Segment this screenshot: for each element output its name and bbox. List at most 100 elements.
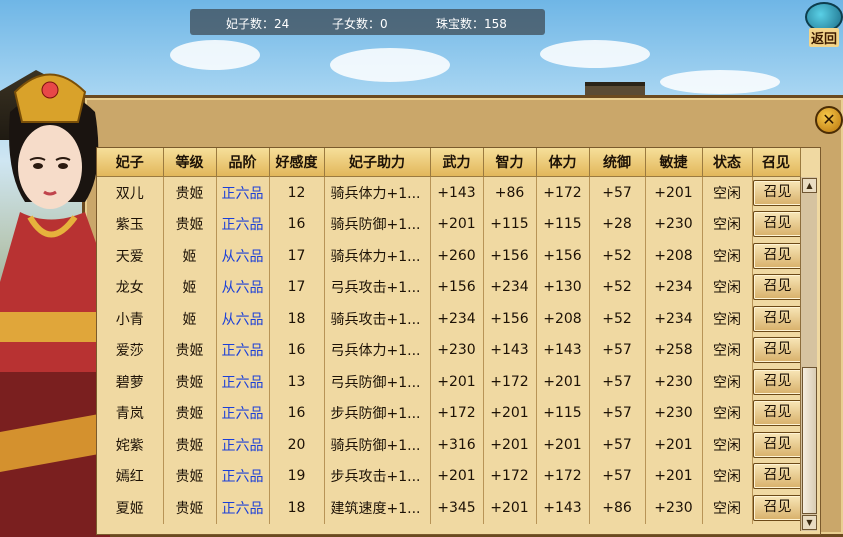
header-stamina: 体力 [536, 148, 590, 177]
children-count-label: 子女数： [332, 17, 381, 31]
cell-level: 贵姬 [163, 429, 217, 461]
cell-name: 嫣红 [97, 460, 164, 492]
cell-level: 贵姬 [163, 366, 217, 398]
cloud [660, 70, 780, 94]
cell-favor: 16 [269, 334, 325, 366]
cell-favor: 12 [269, 176, 325, 209]
cell-force: +201 [430, 460, 484, 492]
cell-intel: +172 [483, 366, 537, 398]
cell-intel: +156 [483, 303, 537, 335]
header-agility: 敏捷 [645, 148, 703, 177]
summon-button[interactable]: 召见 [752, 368, 799, 395]
scrollbar-thumb[interactable] [802, 367, 817, 514]
summon-button[interactable]: 召见 [752, 305, 799, 332]
back-button[interactable]: 返回 [803, 0, 843, 47]
table-header-row: 妃子 等级 品阶 好感度 妃子助力 武力 智力 体力 统御 敏捷 状态 召见 [97, 148, 801, 177]
cell-intel: +234 [483, 271, 537, 303]
cell-force: +201 [430, 208, 484, 240]
scroll-down-icon[interactable]: ▼ [802, 515, 817, 530]
cell-action: 召见 [752, 492, 801, 524]
cell-intel: +156 [483, 240, 537, 272]
table-row: 紫玉 贵姬 正六品 16 骑兵防御+1... +201 +115 +115 +28 +230 空闲召… [97, 208, 801, 240]
table-scrollbar[interactable]: ▲ ▼ [800, 177, 817, 531]
cell-action: 召见 [752, 429, 801, 461]
cell-rank: 从六品 [216, 303, 270, 335]
summon-button[interactable]: 召见 [752, 463, 799, 490]
cell-intel: +201 [483, 492, 537, 524]
summon-button[interactable]: 召见 [752, 274, 799, 301]
summon-button[interactable]: 召见 [752, 431, 799, 458]
cell-intel: +201 [483, 429, 537, 461]
cell-command: +52 [589, 271, 646, 303]
header-rank: 品阶 [216, 148, 270, 177]
cloud [170, 40, 260, 70]
cell-stamina: +208 [536, 303, 590, 335]
cell-state: 空闲 [702, 492, 753, 524]
cell-assist: 骑兵防御+1... [324, 429, 431, 461]
cell-rank: 正六品 [216, 366, 270, 398]
cell-name: 小青 [97, 303, 164, 335]
jewel-count: 珠宝数：158 [436, 15, 507, 32]
cell-stamina: +201 [536, 429, 590, 461]
cell-state: 空闲 [702, 240, 753, 272]
cell-stamina: +143 [536, 492, 590, 524]
consort-count-label: 妃子数： [226, 17, 275, 31]
jewel-count-value: 158 [484, 17, 507, 31]
cell-name: 夏姬 [97, 492, 164, 524]
cell-action: 召见 [752, 334, 801, 366]
cell-assist: 弓兵攻击+1... [324, 271, 431, 303]
cell-level: 贵姬 [163, 397, 217, 429]
summon-button[interactable]: 召见 [752, 400, 799, 427]
cell-command: +57 [589, 176, 646, 209]
close-button[interactable]: ✕ [815, 106, 843, 134]
table-row: 姹紫 贵姬 正六品 20 骑兵防御+1... +316 +201 +201 +57 +201 空闲召… [97, 429, 801, 461]
cell-favor: 17 [269, 271, 325, 303]
cell-force: +316 [430, 429, 484, 461]
summon-button[interactable]: 召见 [752, 211, 799, 238]
cell-command: +86 [589, 492, 646, 524]
cell-favor: 20 [269, 429, 325, 461]
cell-action: 召见 [752, 240, 801, 272]
cell-agility: +234 [645, 303, 703, 335]
cell-level: 姬 [163, 240, 217, 272]
cell-state: 空闲 [702, 303, 753, 335]
cell-level: 姬 [163, 303, 217, 335]
cell-state: 空闲 [702, 429, 753, 461]
cell-command: +57 [589, 366, 646, 398]
cell-force: +260 [430, 240, 484, 272]
cell-intel: +86 [483, 176, 537, 209]
cell-rank: 正六品 [216, 460, 270, 492]
cell-action: 召见 [752, 397, 801, 429]
cell-stamina: +115 [536, 397, 590, 429]
cell-stamina: +201 [536, 366, 590, 398]
summon-button[interactable]: 召见 [752, 337, 799, 364]
cell-rank: 正六品 [216, 492, 270, 524]
cell-force: +234 [430, 303, 484, 335]
summon-button[interactable]: 召见 [752, 242, 799, 269]
header-command: 统御 [589, 148, 646, 177]
resource-status-bar: 妃子数：24 子女数：0 珠宝数：158 [190, 9, 545, 35]
cell-force: +345 [430, 492, 484, 524]
cell-force: +172 [430, 397, 484, 429]
consort-count: 妃子数：24 [226, 15, 289, 32]
cell-intel: +115 [483, 208, 537, 240]
cell-agility: +201 [645, 429, 703, 461]
cell-assist: 步兵攻击+1... [324, 460, 431, 492]
cell-agility: +230 [645, 397, 703, 429]
header-summon: 召见 [752, 148, 801, 177]
cell-name: 姹紫 [97, 429, 164, 461]
cell-rank: 正六品 [216, 429, 270, 461]
cell-favor: 17 [269, 240, 325, 272]
cell-name: 碧萝 [97, 366, 164, 398]
summon-button[interactable]: 召见 [752, 179, 799, 206]
cell-rank: 正六品 [216, 397, 270, 429]
cell-level: 贵姬 [163, 208, 217, 240]
cell-stamina: +156 [536, 240, 590, 272]
scroll-up-icon[interactable]: ▲ [802, 178, 817, 193]
cell-assist: 步兵防御+1... [324, 397, 431, 429]
cell-rank: 正六品 [216, 334, 270, 366]
cell-command: +57 [589, 397, 646, 429]
cell-favor: 16 [269, 208, 325, 240]
summon-button[interactable]: 召见 [752, 494, 799, 521]
cell-rank: 从六品 [216, 240, 270, 272]
